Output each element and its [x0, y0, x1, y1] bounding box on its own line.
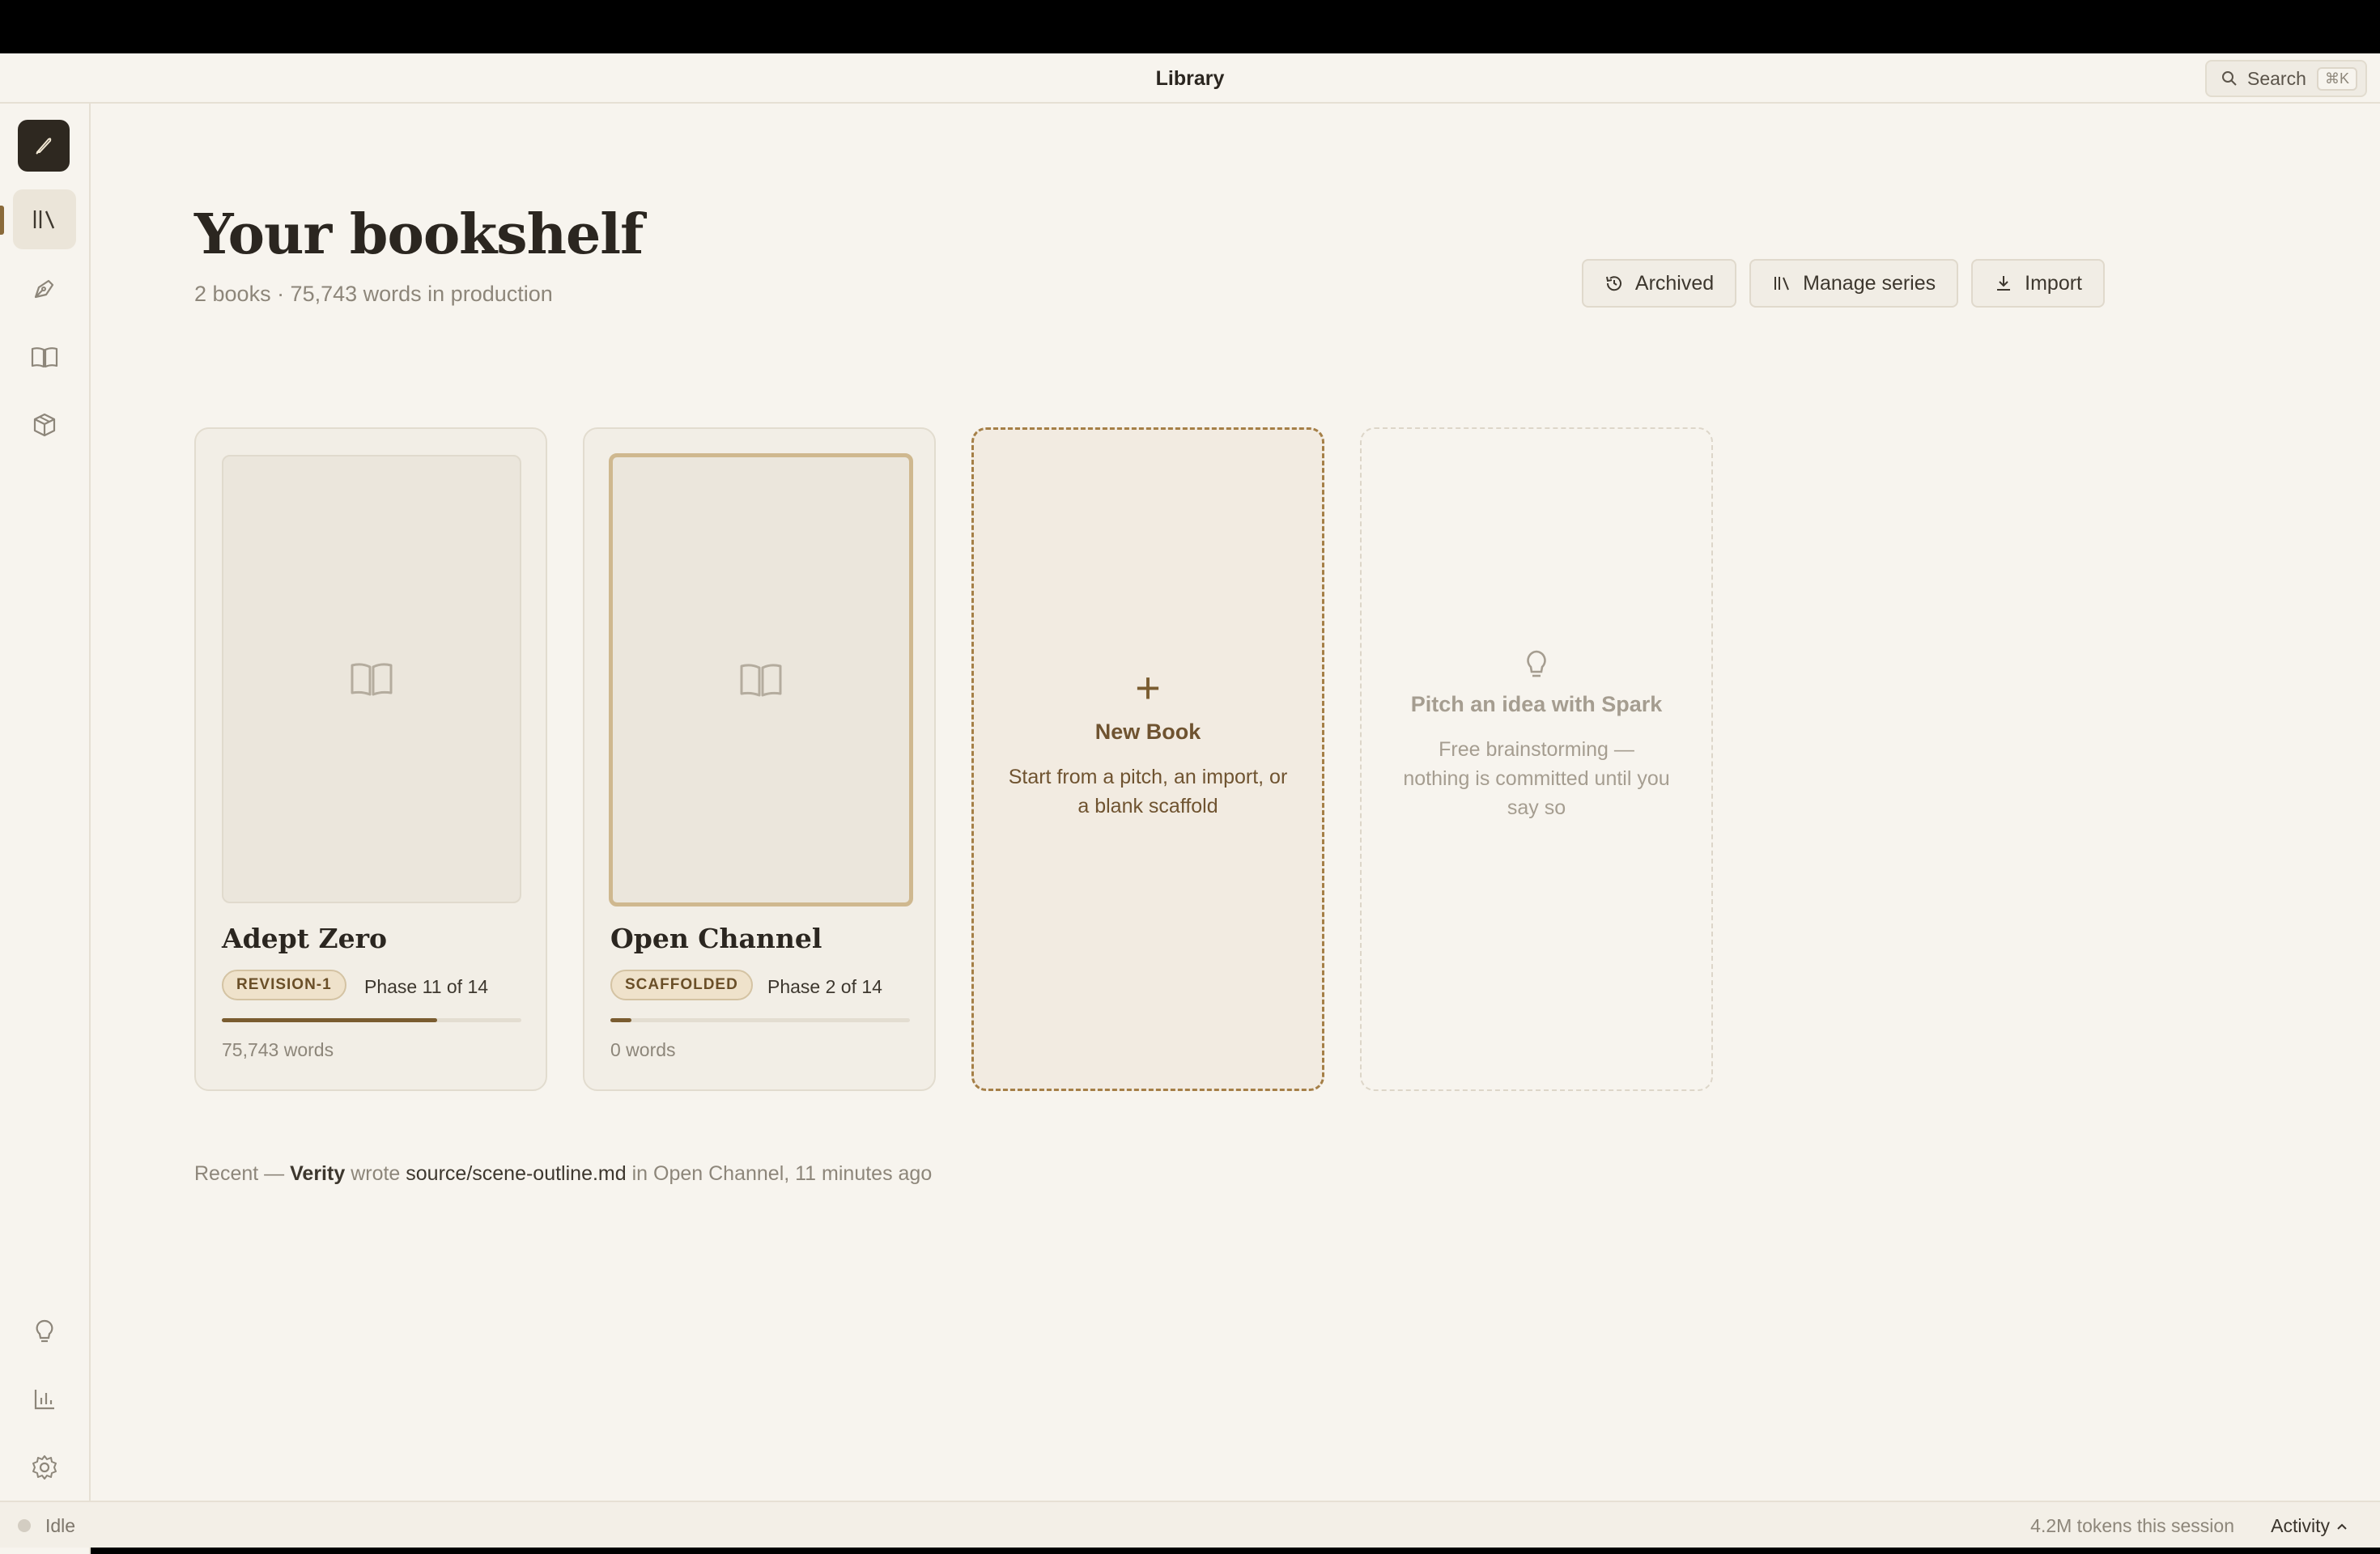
progress-bar	[610, 1018, 910, 1022]
search-icon	[2222, 71, 2237, 86]
archived-label: Archived	[1634, 271, 1715, 295]
library-icon	[1774, 277, 1790, 291]
title-bar: Library Search ⌘K	[0, 53, 2380, 104]
pen-icon	[34, 279, 54, 299]
status-badge: SCAFFOLDED	[610, 970, 753, 1000]
activity-label: Activity	[2271, 1515, 2330, 1536]
new-book-description: Start from a pitch, an import, or a blan…	[1008, 765, 1288, 817]
progress-bar	[222, 1018, 521, 1022]
nav-stats[interactable]	[13, 1369, 76, 1429]
lightbulb-icon	[1527, 650, 1546, 677]
lightbulb-icon	[36, 1319, 53, 1343]
spark-pitch-card[interactable]: Pitch an idea with Spark Free brainstorm…	[1360, 427, 1713, 1091]
manage-series-button[interactable]: Manage series	[1749, 259, 1959, 308]
spark-description: Free brainstorming — nothing is committe…	[1403, 737, 1670, 819]
token-usage: 4.2M tokens this session	[2030, 1515, 2234, 1536]
plus-icon: +	[1135, 663, 1161, 712]
book-card-adept-zero[interactable]: Adept Zero REVISION-1 Phase 11 of 14 75,…	[194, 427, 547, 1091]
nav-read[interactable]	[13, 327, 76, 387]
spark-title: Pitch an idea with Spark	[1410, 691, 1663, 716]
chart-icon	[34, 1390, 54, 1410]
app-window: Library Search ⌘K Your bookshelf 2 books…	[0, 53, 2380, 1554]
phase-label: Phase 2 of 14	[767, 976, 882, 997]
book-cover	[222, 455, 521, 903]
main-content: Your bookshelf 2 books · 75,743 words in…	[91, 104, 2380, 1501]
import-label: Import	[2025, 271, 2082, 295]
recent-suffix: in Open Channel, 11 minutes ago	[631, 1162, 933, 1185]
book-open-icon	[31, 347, 58, 368]
recent-prefix: Recent —	[194, 1162, 285, 1185]
recent-file-link[interactable]: source/scene-outline.md	[406, 1162, 626, 1185]
history-icon	[1605, 276, 1621, 291]
nav-write[interactable]	[13, 259, 76, 319]
search-button[interactable]: Search ⌘K	[2205, 60, 2367, 97]
import-button[interactable]: Import	[1971, 259, 2105, 308]
gear-icon	[32, 1455, 57, 1480]
book-card-open-channel[interactable]: Open Channel SCAFFOLDED Phase 2 of 14 0 …	[583, 427, 936, 1091]
download-icon	[1997, 276, 2011, 291]
new-book-card[interactable]: + New Book Start from a pitch, an import…	[971, 427, 1324, 1091]
book-open-icon	[740, 664, 782, 697]
page-subtitle: 2 books · 75,743 words in production	[194, 282, 553, 306]
book-open-icon	[351, 663, 393, 696]
active-indicator	[0, 206, 4, 235]
recent-agent: Verity	[290, 1162, 346, 1185]
manage-series-label: Manage series	[1803, 271, 1936, 295]
word-count: 75,743 words	[222, 1039, 334, 1060]
search-shortcut: ⌘K	[2316, 66, 2357, 91]
nav-packages[interactable]	[13, 395, 76, 455]
book-cover	[609, 453, 913, 906]
app-logo[interactable]	[18, 120, 70, 172]
nav-settings[interactable]	[13, 1437, 76, 1497]
phase-label: Phase 11 of 14	[364, 976, 489, 997]
action-buttons: Archived Manage series Import	[1581, 259, 2105, 308]
window-title: Library	[1155, 67, 1225, 90]
left-rail	[0, 104, 91, 1554]
new-book-title: New Book	[1094, 719, 1201, 744]
book-title: Open Channel	[610, 923, 822, 954]
word-count: 0 words	[610, 1039, 676, 1060]
book-title: Adept Zero	[222, 923, 387, 954]
activity-toggle[interactable]: Activity	[2271, 1515, 2348, 1537]
library-icon	[33, 210, 55, 229]
progress-fill	[222, 1018, 438, 1022]
archived-button[interactable]: Archived	[1581, 259, 1737, 308]
status-dot	[18, 1519, 31, 1532]
search-label: Search	[2247, 67, 2306, 89]
status-badge: REVISION-1	[222, 970, 346, 1000]
chevron-up-icon	[2337, 1523, 2347, 1530]
status-bar: Idle 4.2M tokens this session Activity	[0, 1501, 2380, 1548]
recent-verb: wrote	[351, 1162, 401, 1185]
box-icon	[33, 413, 56, 437]
recent-activity: Recent — Verity wrote source/scene-outli…	[194, 1162, 932, 1186]
page-title: Your bookshelf	[194, 202, 644, 267]
quill-icon	[36, 138, 52, 155]
nav-ideas[interactable]	[13, 1301, 76, 1361]
book-cards: Adept Zero REVISION-1 Phase 11 of 14 75,…	[194, 427, 1713, 1091]
progress-fill	[610, 1018, 631, 1022]
nav-library[interactable]	[13, 189, 76, 249]
status-state: Idle	[45, 1515, 76, 1536]
